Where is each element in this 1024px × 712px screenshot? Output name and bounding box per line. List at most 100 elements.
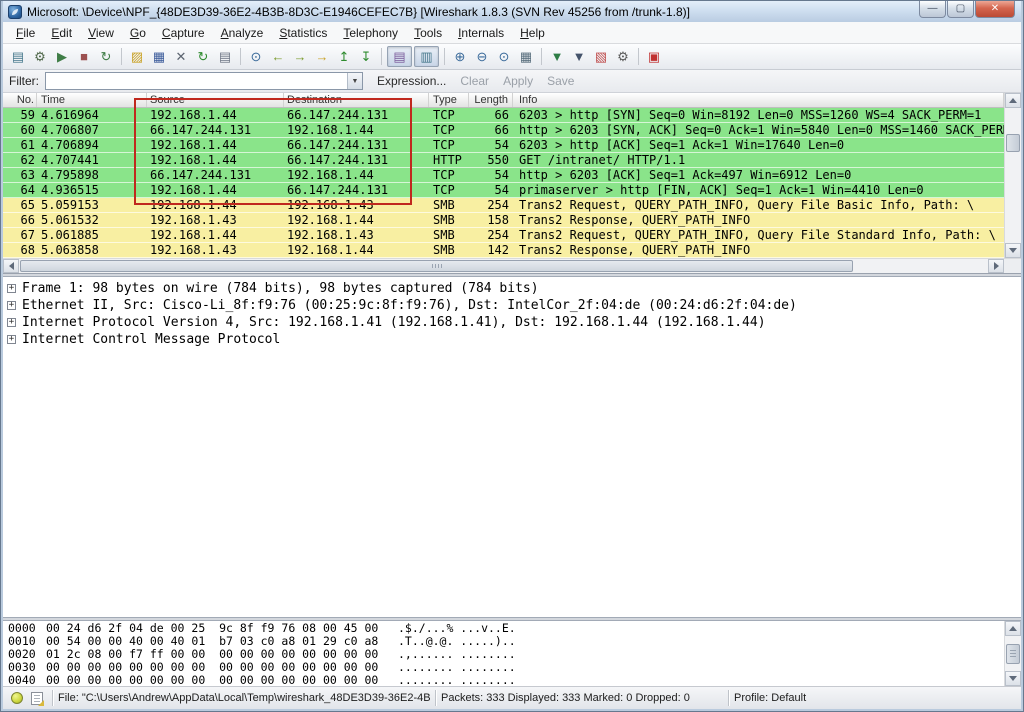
scroll-up-button[interactable] <box>1005 93 1021 108</box>
column-header-length[interactable]: Length <box>469 93 513 107</box>
capture-options-icon[interactable]: ⚙ <box>29 46 51 68</box>
hex-row[interactable]: 0040 00 00 00 00 00 00 00 00 00 00 00 00… <box>8 674 1004 686</box>
detail-text: Frame 1: 98 bytes on wire (784 bits), 98… <box>22 280 539 297</box>
preferences-icon[interactable]: ⚙ <box>612 46 634 68</box>
reload-icon[interactable]: ↻ <box>192 46 214 68</box>
status-profile[interactable]: Profile: Default <box>734 692 1017 704</box>
filter-input[interactable] <box>46 73 347 89</box>
zoom-out-icon[interactable]: ⊖ <box>471 46 493 68</box>
app-icon[interactable] <box>8 5 22 19</box>
menu-view[interactable]: View <box>80 24 122 42</box>
title-bar[interactable]: Microsoft: \Device\NPF_{48DE3D39-36E2-4B… <box>3 1 1021 22</box>
vscroll-thumb[interactable] <box>1006 134 1020 152</box>
menu-edit[interactable]: Edit <box>43 24 80 42</box>
list-interfaces-icon[interactable]: ▤ <box>7 46 29 68</box>
go-last-icon[interactable]: ↧ <box>355 46 377 68</box>
packet-info: Trans2 Response, QUERY_PATH_INFO <box>513 213 1004 227</box>
detail-row[interactable]: + Ethernet II, Src: Cisco-Li_8f:f9:76 (0… <box>7 297 1017 314</box>
restart-capture-icon[interactable]: ↻ <box>95 46 117 68</box>
packet-row[interactable]: 59 4.616964 192.168.1.44 66.147.244.131 … <box>3 108 1004 123</box>
menu-internals[interactable]: Internals <box>450 24 512 42</box>
column-header-time[interactable]: Time <box>37 93 147 107</box>
stop-capture-icon[interactable]: ■ <box>73 46 95 68</box>
expert-info-icon[interactable] <box>11 692 23 704</box>
autoscroll-toggle[interactable]: ▥ <box>414 46 439 67</box>
packet-row[interactable]: 65 5.059153 192.168.1.44 192.168.1.43 SM… <box>3 198 1004 213</box>
scroll-down-button[interactable] <box>1005 671 1021 686</box>
menu-statistics[interactable]: Statistics <box>271 24 335 42</box>
hex-vscrollbar[interactable] <box>1004 621 1021 686</box>
packet-row[interactable]: 67 5.061885 192.168.1.44 192.168.1.43 SM… <box>3 228 1004 243</box>
minimize-button[interactable]: — <box>919 1 946 18</box>
detail-row[interactable]: + Internet Control Message Protocol <box>7 331 1017 348</box>
maximize-button[interactable]: ▢ <box>947 1 974 18</box>
clear-button[interactable]: Clear <box>460 74 489 88</box>
packet-list-hscrollbar[interactable] <box>3 258 1021 273</box>
expander-icon[interactable]: + <box>7 301 16 310</box>
print-icon[interactable]: ▤ <box>214 46 236 68</box>
resize-columns-icon[interactable]: ▦ <box>515 46 537 68</box>
packet-row[interactable]: 63 4.795898 66.147.244.131 192.168.1.44 … <box>3 168 1004 183</box>
expression-button[interactable]: Expression... <box>377 74 446 88</box>
hex-vscroll-track[interactable] <box>1005 636 1021 671</box>
packet-type: TCP <box>429 138 469 152</box>
packet-no: 66 <box>3 213 37 227</box>
expander-icon[interactable]: + <box>7 284 16 293</box>
column-header-info[interactable]: Info <box>513 93 1004 107</box>
help-icon[interactable]: ▣ <box>643 46 665 68</box>
find-packet-icon[interactable]: ⊙ <box>245 46 267 68</box>
zoom-100-icon[interactable]: ⊙ <box>493 46 515 68</box>
capture-filter-icon[interactable]: ▼ <box>546 46 568 68</box>
column-header-destination[interactable]: Destination <box>284 93 429 107</box>
packet-list-vscrollbar[interactable] <box>1004 93 1021 258</box>
apply-button[interactable]: Apply <box>503 74 533 88</box>
menu-telephony[interactable]: Telephony <box>335 24 406 42</box>
detail-row[interactable]: + Internet Protocol Version 4, Src: 192.… <box>7 314 1017 331</box>
save-file-icon[interactable]: ▦ <box>148 46 170 68</box>
menu-help[interactable]: Help <box>512 24 553 42</box>
menu-file[interactable]: File <box>8 24 43 42</box>
hscroll-thumb[interactable] <box>20 260 853 272</box>
capture-comment-icon[interactable] <box>31 692 43 705</box>
open-file-icon[interactable]: ▨ <box>126 46 148 68</box>
scroll-down-button[interactable] <box>1005 243 1021 258</box>
hex-vscroll-thumb[interactable] <box>1006 644 1020 664</box>
menu-tools[interactable]: Tools <box>406 24 450 42</box>
packet-row[interactable]: 66 5.061532 192.168.1.43 192.168.1.44 SM… <box>3 213 1004 228</box>
filter-dropdown-button[interactable]: ▼ <box>347 73 362 89</box>
display-filter-icon[interactable]: ▼ <box>568 46 590 68</box>
packet-destination: 66.147.244.131 <box>284 138 429 152</box>
go-first-icon[interactable]: ↥ <box>333 46 355 68</box>
packet-row[interactable]: 60 4.706807 66.147.244.131 192.168.1.44 … <box>3 123 1004 138</box>
coloring-rules-icon[interactable]: ▧ <box>590 46 612 68</box>
menu-analyze[interactable]: Analyze <box>213 24 272 42</box>
hscroll-track[interactable] <box>19 259 988 273</box>
close-button[interactable]: ✕ <box>975 1 1015 18</box>
expander-icon[interactable]: + <box>7 318 16 327</box>
packet-source: 192.168.1.44 <box>147 198 284 212</box>
menu-go[interactable]: Go <box>122 24 154 42</box>
save-button[interactable]: Save <box>547 74 574 88</box>
zoom-in-icon[interactable]: ⊕ <box>449 46 471 68</box>
scroll-right-button[interactable] <box>988 259 1004 273</box>
close-file-icon[interactable]: ✕ <box>170 46 192 68</box>
colorize-toggle[interactable]: ▤ <box>387 46 412 67</box>
scroll-up-button[interactable] <box>1005 621 1021 636</box>
scroll-left-button[interactable] <box>3 259 19 273</box>
start-capture-icon[interactable]: ▶ <box>51 46 73 68</box>
vscroll-track[interactable] <box>1005 108 1021 243</box>
column-header-source[interactable]: Source <box>147 93 284 107</box>
go-forward-icon[interactable]: → <box>289 46 311 68</box>
detail-row[interactable]: + Frame 1: 98 bytes on wire (784 bits), … <box>7 280 1017 297</box>
packet-row[interactable]: 61 4.706894 192.168.1.44 66.147.244.131 … <box>3 138 1004 153</box>
packet-row[interactable]: 64 4.936515 192.168.1.44 66.147.244.131 … <box>3 183 1004 198</box>
packet-row[interactable]: 62 4.707441 192.168.1.44 66.147.244.131 … <box>3 153 1004 168</box>
packet-row[interactable]: 68 5.063858 192.168.1.43 192.168.1.44 SM… <box>3 243 1004 258</box>
arrow-down-icon <box>1009 676 1017 685</box>
column-header-no[interactable]: No. <box>3 93 37 107</box>
go-to-packet-icon[interactable]: → <box>311 46 333 68</box>
column-header-type[interactable]: Type <box>429 93 469 107</box>
expander-icon[interactable]: + <box>7 335 16 344</box>
go-back-icon[interactable]: ← <box>267 46 289 68</box>
menu-capture[interactable]: Capture <box>154 24 213 42</box>
